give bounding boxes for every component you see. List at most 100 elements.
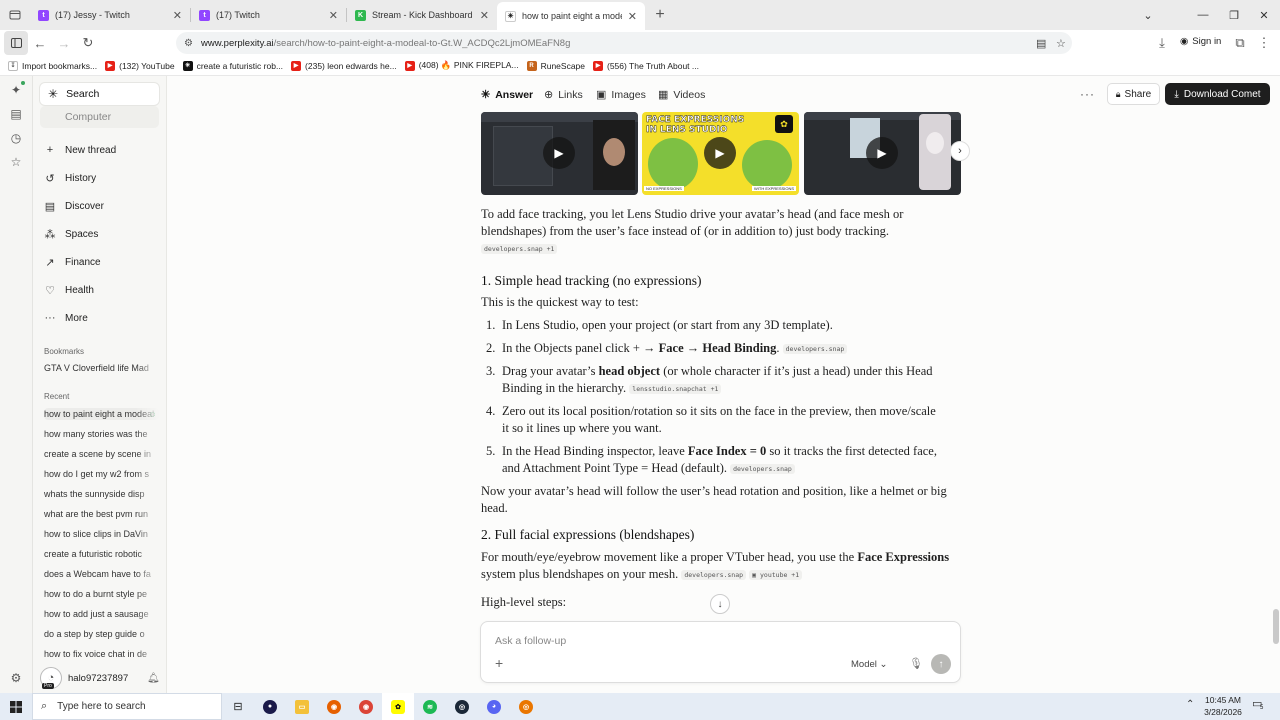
- recent-thread-item[interactable]: how to fix voice chat in de: [44, 649, 159, 659]
- clock[interactable]: 10:45 AM 3/28/2026: [1198, 694, 1248, 718]
- citation-chip[interactable]: ▣ youtube +1: [749, 569, 803, 580]
- recent-thread-item[interactable]: create a futuristic robotic: [44, 549, 159, 559]
- reload-icon[interactable]: ↻: [76, 31, 100, 55]
- user-profile[interactable]: ◔ Pro halo97237897 🔔︎: [40, 666, 160, 690]
- model-selector[interactable]: Model ⌄: [851, 659, 887, 670]
- forward-arrow-icon[interactable]: →: [52, 31, 76, 55]
- attach-plus-icon[interactable]: +: [495, 655, 503, 671]
- windows-start-icon[interactable]: [0, 693, 32, 720]
- more-options-button[interactable]: ···: [1080, 87, 1095, 101]
- tab-list-chevron-icon[interactable]: ⌄: [1130, 0, 1166, 30]
- browser-tab-active[interactable]: ✳ how to paint eight a modeal to ✕: [497, 2, 645, 30]
- app-icon[interactable]: ●: [254, 693, 286, 720]
- citation-chip[interactable]: developers.snap: [681, 569, 747, 580]
- close-icon[interactable]: ✕: [329, 9, 338, 22]
- sidebar-item-finance[interactable]: ↗ Finance: [43, 252, 159, 272]
- recent-thread-item[interactable]: how to slice clips in DaVin: [44, 529, 159, 539]
- citation-chip[interactable]: lensstudio.snapchat +1: [629, 383, 722, 394]
- settings-gear-icon[interactable]: ⚙: [8, 670, 24, 686]
- downloads-icon[interactable]: ⤓: [1150, 31, 1174, 55]
- scroll-down-arrow-icon[interactable]: ↓: [710, 594, 730, 614]
- recent-thread-item[interactable]: how to paint eight a modeal: [44, 408, 159, 420]
- reading-list-icon[interactable]: ▤: [8, 106, 24, 122]
- site-info-icon[interactable]: ⚙: [184, 38, 193, 49]
- bookmark-item[interactable]: R RuneScape: [526, 60, 585, 71]
- microphone-icon[interactable]: 🎙︎: [909, 657, 923, 670]
- carousel-next-chevron-icon[interactable]: ›: [950, 141, 970, 161]
- recent-thread-item[interactable]: how to do a burnt style pe: [44, 589, 159, 599]
- tray-chevron-up-icon[interactable]: ⌃: [1186, 699, 1194, 710]
- new-tab-button[interactable]: +: [645, 6, 675, 24]
- translate-icon[interactable]: ▤: [1036, 37, 1046, 50]
- recent-thread-item[interactable]: do a step by step guide o: [44, 629, 159, 639]
- play-icon[interactable]: ▶: [704, 137, 736, 169]
- recent-thread-item[interactable]: whats the sunnyside disp: [44, 489, 159, 499]
- close-icon[interactable]: ✕: [173, 9, 182, 22]
- close-window-button[interactable]: ✕: [1246, 0, 1280, 30]
- citation-chip[interactable]: developers.snap: [730, 463, 795, 474]
- favorites-star-icon[interactable]: ☆: [8, 154, 24, 170]
- citation-chip[interactable]: developers.snap +1: [481, 243, 558, 254]
- recent-thread-item[interactable]: create a scene by scene in: [44, 449, 159, 459]
- bookmark-item[interactable]: ▶ (408) 🔥 PINK FIREPLA...: [404, 60, 519, 71]
- taskbar-search-box[interactable]: ⌕ Type here to search: [32, 693, 222, 720]
- recent-thread-item[interactable]: how do I get my w2 from s: [44, 469, 159, 479]
- video-thumbnail[interactable]: ▶: [481, 112, 638, 195]
- spotify-icon[interactable]: ≋: [414, 693, 446, 720]
- play-icon[interactable]: ▶: [543, 137, 575, 169]
- follow-up-input[interactable]: Ask a follow-up: [495, 635, 566, 647]
- snapchat-icon[interactable]: ✿: [382, 693, 414, 720]
- citation-chip[interactable]: developers.snap: [782, 343, 848, 354]
- browser-tab[interactable]: K Stream - Kick Dashboard ✕: [347, 0, 497, 30]
- share-button[interactable]: 🔒︎ Share: [1107, 83, 1160, 105]
- scrollbar-thumb[interactable]: [1273, 609, 1279, 644]
- computer-mode-button[interactable]: Computer: [40, 106, 159, 128]
- sidebar-bookmark-item[interactable]: GTA V Cloverfield life Mad: [44, 363, 159, 373]
- sidebar-item-history[interactable]: ↺ History: [43, 168, 159, 188]
- back-arrow-icon[interactable]: ←: [28, 31, 52, 55]
- send-arrow-icon[interactable]: ↑: [931, 654, 951, 674]
- browser-tab[interactable]: t (17) Twitch ✕: [191, 0, 346, 30]
- recent-thread-item[interactable]: does a Webcam have to fa: [44, 569, 159, 579]
- bookmark-star-icon[interactable]: ☆: [1056, 37, 1066, 50]
- file-explorer-icon[interactable]: ▭: [286, 693, 318, 720]
- sidebar-item-discover[interactable]: ▤ Discover: [43, 196, 159, 216]
- address-bar[interactable]: ⚙ www.perplexity.ai/search/how-to-paint-…: [176, 32, 1072, 54]
- tab-images[interactable]: ▣ Images: [596, 88, 646, 102]
- sign-in-button[interactable]: ◉ Sign in: [1180, 36, 1221, 47]
- chrome-icon[interactable]: ◉: [350, 693, 382, 720]
- play-icon[interactable]: ▶: [866, 137, 898, 169]
- tab-links[interactable]: ⊕ Links: [544, 88, 583, 102]
- sidebar-item-more[interactable]: ··· More: [43, 308, 159, 328]
- tab-answer[interactable]: ✳ Answer: [481, 88, 533, 102]
- bookmark-item[interactable]: ▶ (132) YouTube: [105, 60, 175, 71]
- assistant-sparkle-icon[interactable]: ✦: [8, 81, 25, 98]
- search-mode-button[interactable]: ✳ Search: [40, 83, 159, 105]
- sidebar-item-spaces[interactable]: ⁂ Spaces: [43, 224, 159, 244]
- close-icon[interactable]: ✕: [628, 10, 637, 23]
- follow-up-composer[interactable]: Ask a follow-up + Model ⌄ 🎙︎ ↑: [480, 621, 961, 683]
- sidebar-item-new-thread[interactable]: + New thread: [43, 140, 159, 160]
- menu-icon[interactable]: ⋮: [1252, 31, 1276, 55]
- sidebar-item-health[interactable]: ♡ Health: [43, 280, 159, 300]
- discord-icon[interactable]: ◕: [478, 693, 510, 720]
- recent-thread-item[interactable]: how to add just a sausage: [44, 609, 159, 619]
- bookmark-item[interactable]: ↧ Import bookmarks...: [8, 60, 97, 71]
- steam-icon[interactable]: ◎: [446, 693, 478, 720]
- download-comet-button[interactable]: ⤓ Download Comet: [1165, 83, 1270, 105]
- bookmark-item[interactable]: ✳ create a futuristic rob...: [182, 60, 283, 71]
- blender-icon[interactable]: ◎: [510, 693, 542, 720]
- recent-thread-item[interactable]: how many stories was the: [44, 429, 159, 439]
- tab-videos[interactable]: ▦ Videos: [658, 88, 705, 102]
- bookmark-item[interactable]: ▶ (556) The Truth About ...: [593, 60, 699, 71]
- video-thumbnail[interactable]: FACE EXPRESSIONS IN LENS STUDIO ✿ NO EXP…: [642, 112, 799, 195]
- browser-tab[interactable]: t (17) Jessy - Twitch ✕: [30, 0, 190, 30]
- firefox-icon[interactable]: ◉: [318, 693, 350, 720]
- bell-icon[interactable]: 🔔︎: [147, 673, 160, 684]
- history-clock-icon[interactable]: ◷: [8, 130, 24, 146]
- sidebar-toggle-icon[interactable]: [4, 31, 28, 55]
- bookmark-item[interactable]: ▶ (235) leon edwards he...: [291, 60, 397, 71]
- recent-thread-item[interactable]: what are the best pvm run: [44, 509, 159, 519]
- extensions-icon[interactable]: ⧉: [1228, 31, 1252, 55]
- video-thumbnail[interactable]: ▶: [804, 112, 961, 195]
